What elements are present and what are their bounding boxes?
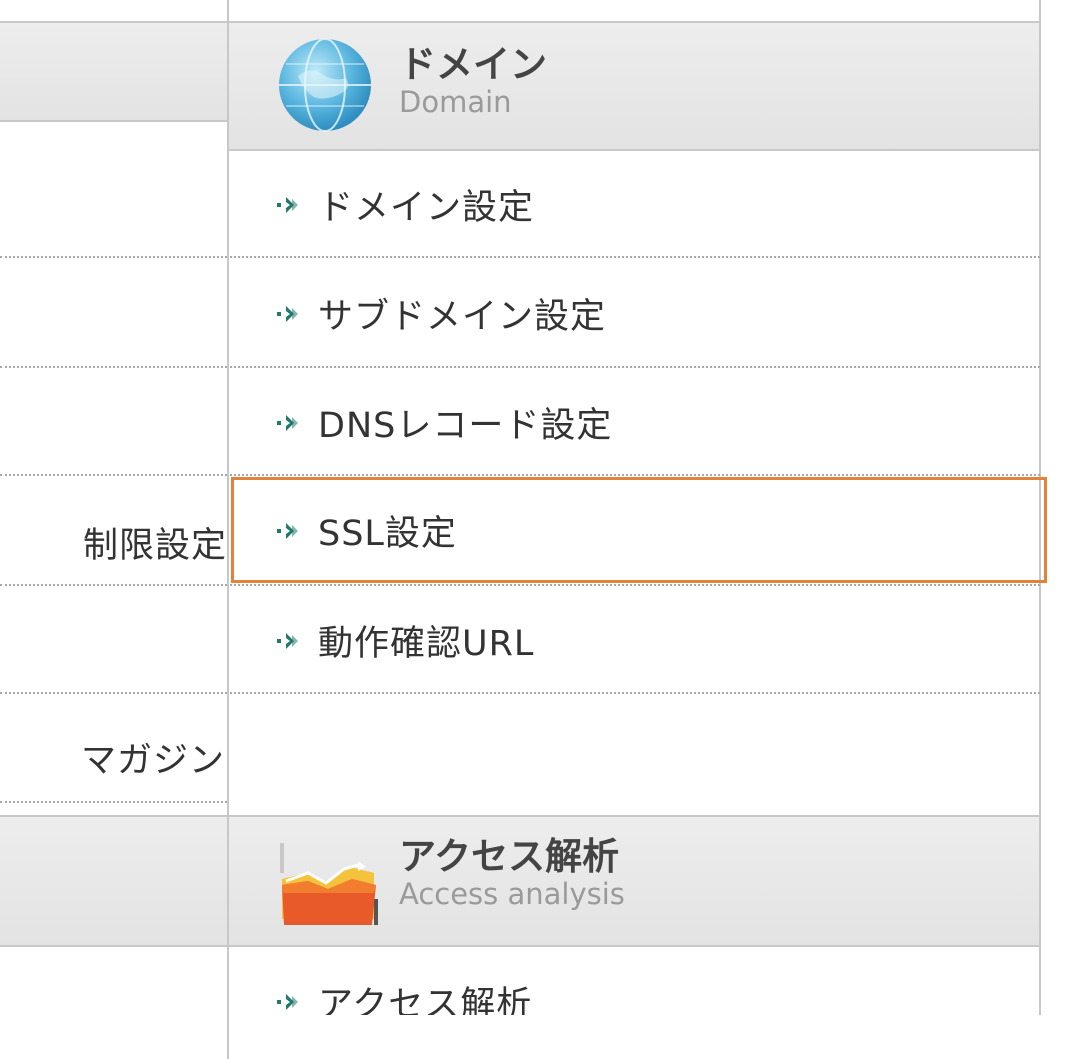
chart-folder-icon xyxy=(274,833,382,929)
menu-item-subdomain-settings[interactable]: サブドメイン設定 xyxy=(230,259,1040,368)
left-separator xyxy=(0,692,227,694)
domain-section-subtitle: Domain xyxy=(399,85,512,119)
menu-item-dns-record-settings[interactable]: DNSレコード設定 xyxy=(230,368,1040,477)
menu-item-label: サブドメイン設定 xyxy=(318,297,607,337)
menu-item-label: アクセス解析 xyxy=(318,985,533,1015)
access-category-header: アクセス解析 Access analysis xyxy=(229,817,1039,945)
menu-item-label: SSL設定 xyxy=(318,514,457,554)
access-menu-clip: アクセス解析 xyxy=(230,947,1040,1015)
menu-item-ssl-settings[interactable]: SSL設定 xyxy=(230,476,1040,585)
left-separator xyxy=(0,584,227,586)
access-section-title: アクセス解析 xyxy=(399,835,620,878)
menu-item-domain-settings[interactable]: ドメイン設定 xyxy=(230,150,1040,259)
left-separator xyxy=(0,801,227,803)
arrow-bullet-icon xyxy=(277,196,298,213)
access-section-subtitle: Access analysis xyxy=(399,877,625,911)
arrow-bullet-icon xyxy=(277,993,298,1010)
arrow-bullet-icon xyxy=(277,522,298,539)
arrow-bullet-icon xyxy=(277,414,298,431)
menu-item-label: DNSレコード設定 xyxy=(318,406,613,446)
menu-item-label: 動作確認URL xyxy=(318,624,535,664)
domain-section-title: ドメイン xyxy=(399,43,547,86)
menu-item-label: ドメイン設定 xyxy=(318,188,535,228)
globe-icon xyxy=(276,36,374,134)
left-separator xyxy=(0,474,227,476)
arrow-bullet-icon xyxy=(277,632,298,649)
menu-separator xyxy=(230,256,1040,258)
left-menu-item-label[interactable]: マガジン xyxy=(81,732,225,783)
left-header-bottom-border xyxy=(0,945,227,947)
left-separator xyxy=(0,256,227,258)
menu-separator xyxy=(230,692,1040,694)
menu-item-verification-url[interactable]: 動作確認URL xyxy=(230,586,1040,695)
arrow-bullet-icon xyxy=(277,305,298,322)
left-category-header xyxy=(0,23,227,120)
domain-category-header: ドメイン Domain xyxy=(229,23,1039,149)
left-header-bottom-border xyxy=(0,120,227,122)
left-menu-item-label[interactable]: 制限設定 xyxy=(83,517,227,568)
left-separator xyxy=(0,366,227,368)
menu-item-access-analysis[interactable]: アクセス解析 xyxy=(230,947,1040,1015)
left-category-header xyxy=(0,817,227,945)
